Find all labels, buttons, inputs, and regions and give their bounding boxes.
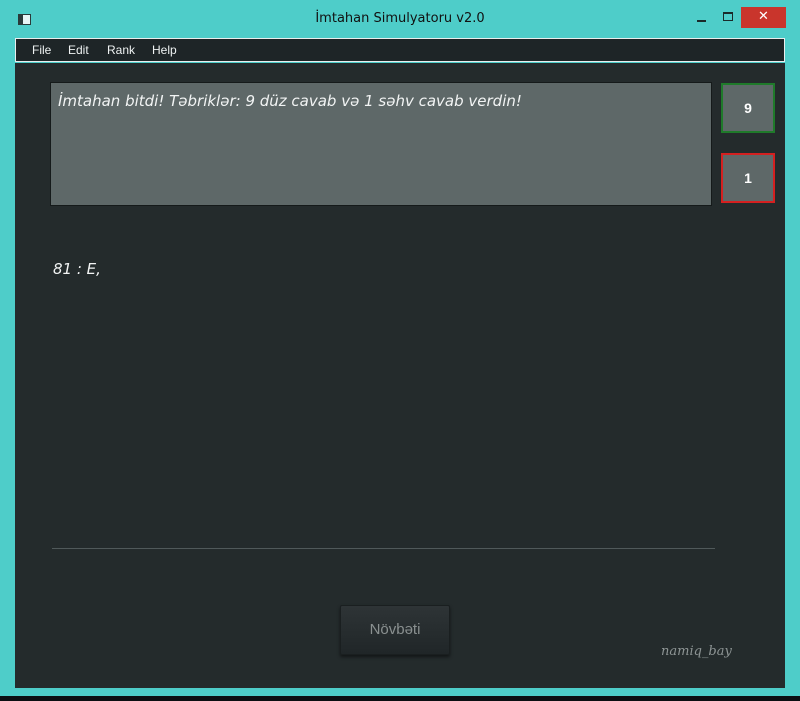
menu-bar: File Edit Rank Help (15, 38, 785, 62)
result-message: İmtahan bitdi! Təbriklər: 9 düz cavab və… (58, 92, 522, 110)
main-panel: İmtahan bitdi! Təbriklər: 9 düz cavab və… (15, 63, 785, 688)
app-window: İmtahan Simulyatoru v2.0 ✕ File Edit Ran… (0, 0, 800, 696)
wrong-count-badge: 1 (721, 153, 775, 203)
maximize-icon[interactable] (719, 8, 737, 28)
close-icon[interactable]: ✕ (741, 7, 786, 28)
window-title: İmtahan Simulyatoru v2.0 (315, 11, 485, 26)
title-bar[interactable]: İmtahan Simulyatoru v2.0 ✕ (0, 0, 800, 36)
correct-count-badge: 9 (721, 83, 775, 133)
author-signature: namiq_bay (661, 644, 732, 659)
divider (52, 548, 715, 549)
menu-help[interactable]: Help (152, 43, 177, 57)
answer-summary: 81 : E, (53, 260, 101, 278)
result-message-box: İmtahan bitdi! Təbriklər: 9 düz cavab və… (50, 82, 712, 206)
menu-rank[interactable]: Rank (107, 43, 135, 57)
menu-file[interactable]: File (32, 43, 51, 57)
next-button[interactable]: Növbəti (340, 605, 450, 655)
minimize-icon[interactable] (693, 8, 711, 28)
menu-edit[interactable]: Edit (68, 43, 89, 57)
